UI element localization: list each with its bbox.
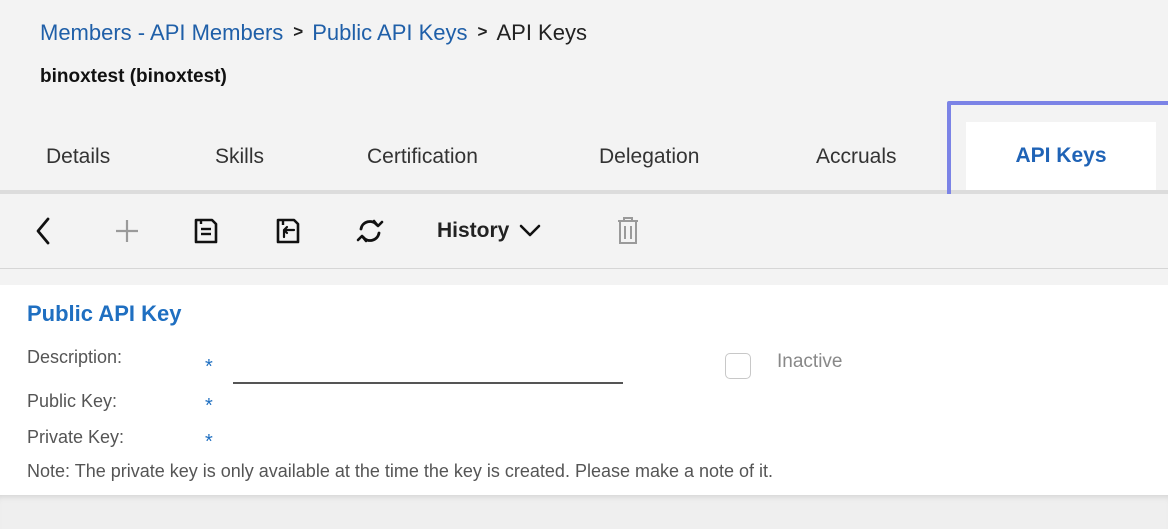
description-required-marker: * [205,356,213,378]
record-title: binoxtest (binoxtest) [40,66,227,87]
private-key-label: Private Key: [27,427,125,447]
tab-delegation[interactable]: Delegation [599,145,699,169]
tab-api-keys[interactable]: API Keys [966,122,1156,190]
inactive-checkbox[interactable] [725,353,751,379]
tab-accruals[interactable]: Accruals [816,145,897,169]
breadcrumb-separator: > [293,22,304,41]
add-button[interactable] [110,216,144,246]
save-and-return-button[interactable] [272,216,304,246]
private-key-required-marker: * [205,431,213,453]
tab-details[interactable]: Details [46,145,110,169]
page-header: Members - API Members > Public API Keys … [0,0,1168,190]
back-icon [35,217,51,245]
page-footer-area [0,495,1168,529]
inactive-label: Inactive [777,351,843,372]
save-icon [193,217,219,245]
add-icon [114,218,140,244]
chevron-down-icon [519,224,541,238]
private-key-note: Note: The private key is only available … [27,461,774,481]
description-label: Description: [27,347,123,367]
toolbar: History [0,194,1168,269]
history-dropdown[interactable]: History [437,216,567,246]
description-input[interactable] [233,382,623,384]
section-title: Public API Key [27,301,182,326]
breadcrumb-current: API Keys [496,20,587,45]
history-label: History [437,219,510,242]
delete-button[interactable] [612,216,644,246]
api-key-form: Public API Key Description: * Public Key… [0,285,1168,495]
public-key-label: Public Key: [27,391,118,411]
save-button[interactable] [190,216,222,246]
breadcrumb: Members - API Members > Public API Keys … [40,20,587,46]
delete-icon [615,216,641,246]
public-key-required-marker: * [205,395,213,417]
breadcrumb-link-public-api-keys[interactable]: Public API Keys [312,20,467,46]
back-button[interactable] [30,216,56,246]
tab-skills[interactable]: Skills [215,145,264,169]
tab-bar: Details Skills Certification Delegation … [0,122,1168,190]
refresh-button[interactable] [353,216,387,246]
breadcrumb-link-members[interactable]: Members - API Members [40,20,283,46]
breadcrumb-separator: > [477,22,488,41]
save-and-return-icon [275,217,301,245]
tab-certification[interactable]: Certification [367,145,478,169]
refresh-icon [355,217,385,245]
